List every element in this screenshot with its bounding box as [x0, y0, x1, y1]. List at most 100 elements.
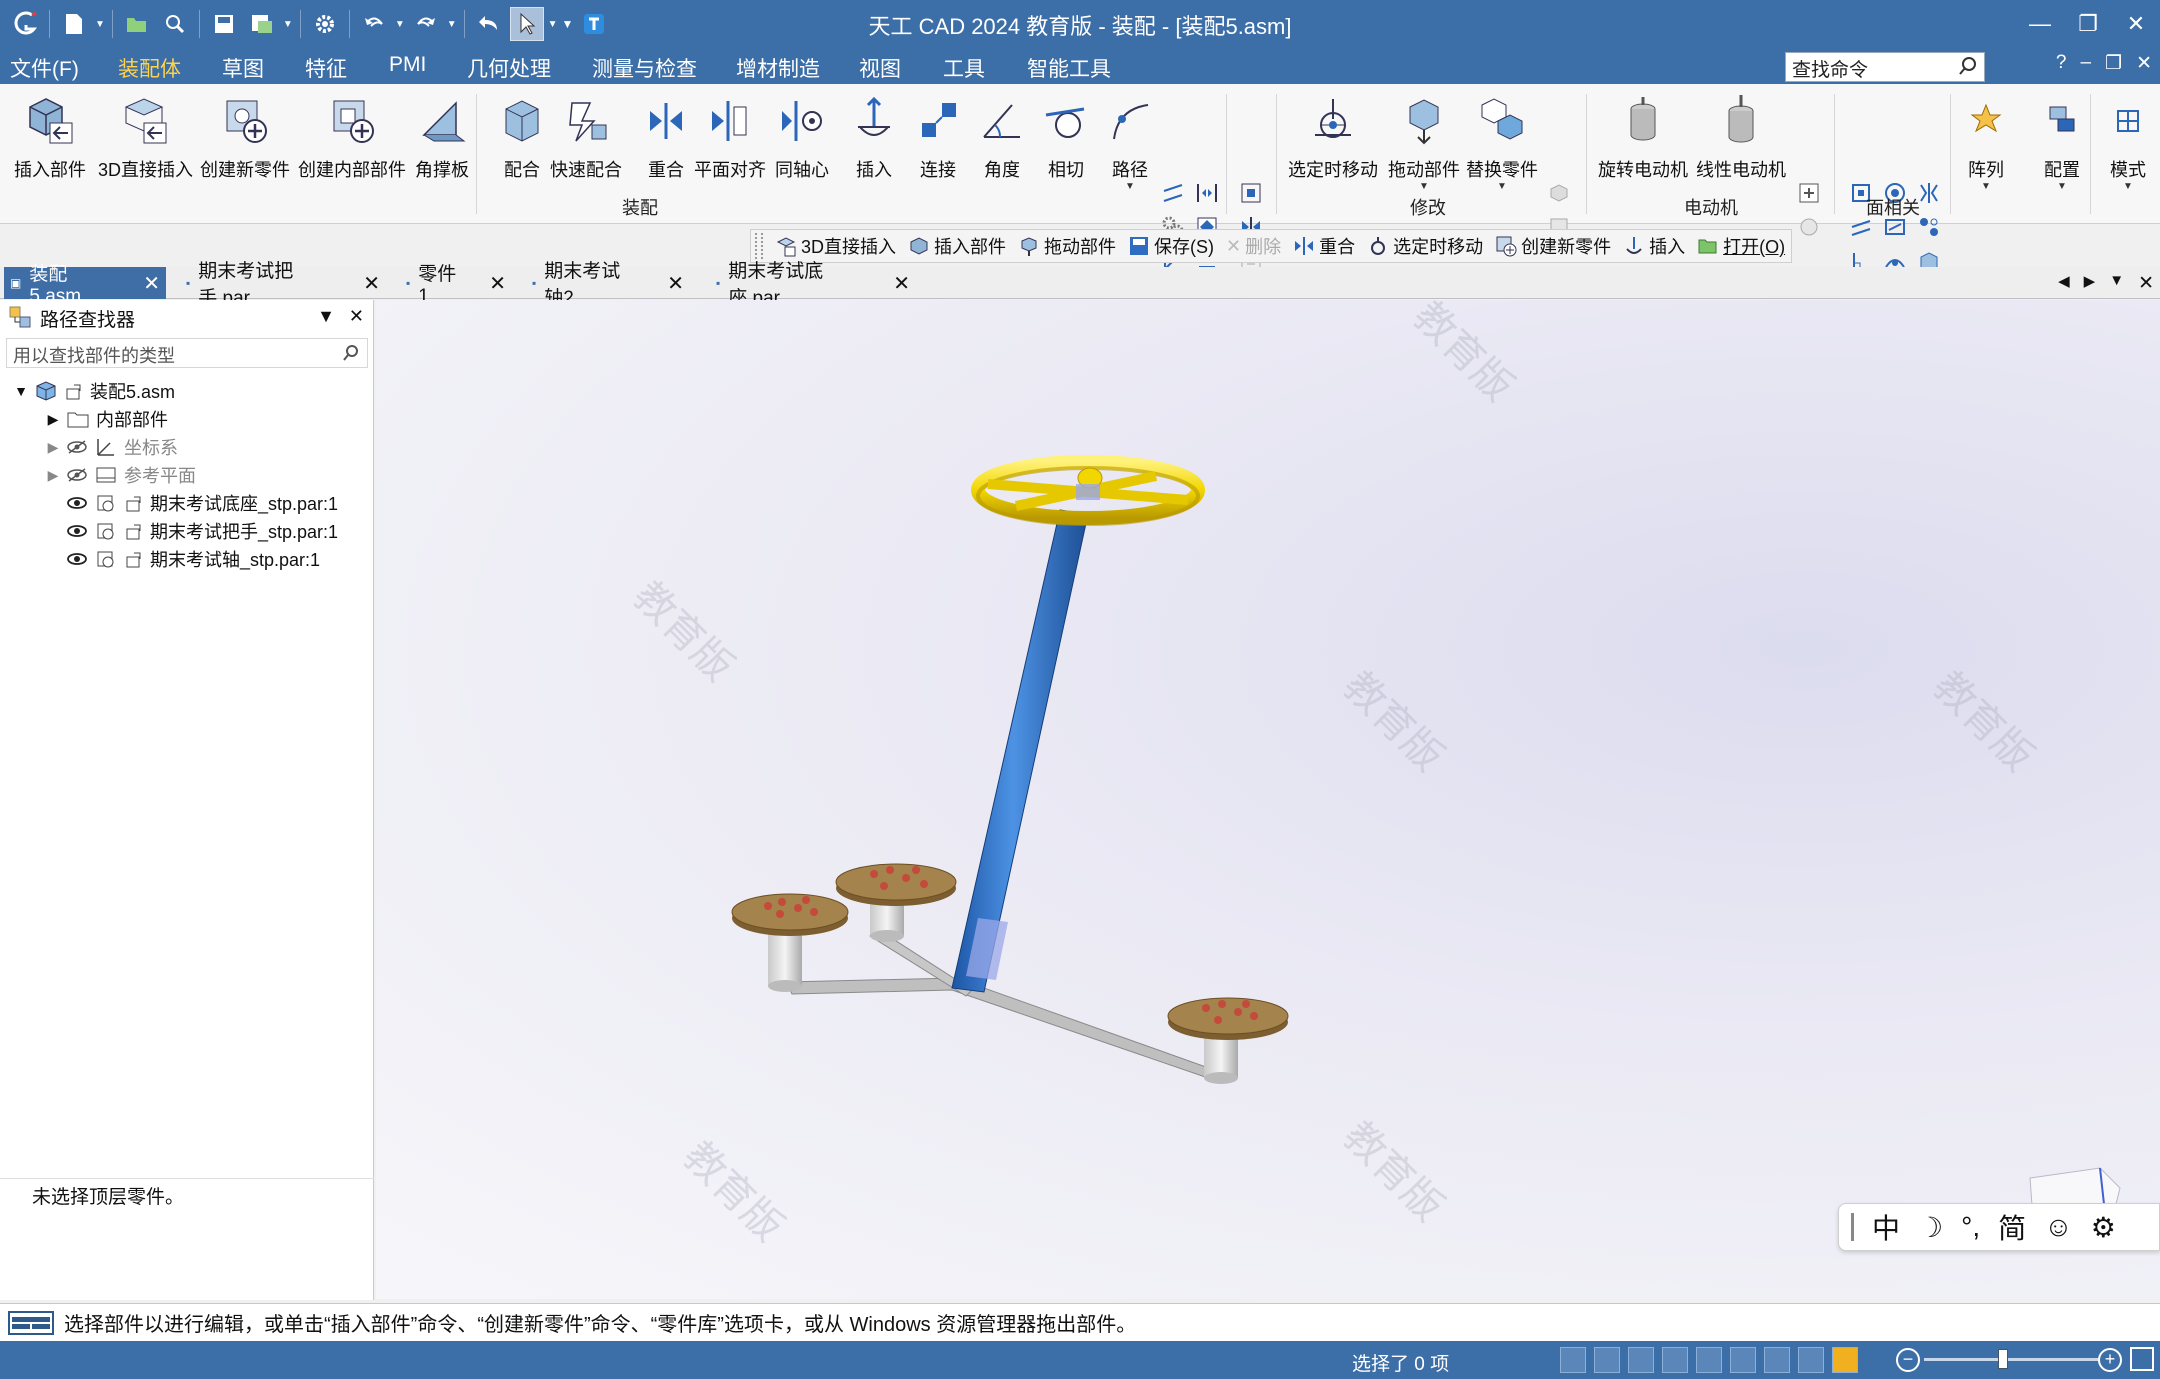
view-tool-frame-icon[interactable]: [1594, 1347, 1620, 1373]
tab-scroll-right-icon[interactable]: ▶: [2084, 272, 2096, 295]
menu-geometry[interactable]: 几何处理: [467, 53, 551, 83]
base-frame[interactable]: [731, 863, 1289, 1084]
base-post-middle[interactable]: [835, 863, 957, 942]
view-tool-orient-icon[interactable]: [1764, 1347, 1790, 1373]
tangent-button[interactable]: 相切: [1038, 92, 1094, 182]
tab-base-par[interactable]: ▪ 期末考试底座.par ✕: [710, 261, 916, 309]
command-search-input[interactable]: 查找命令: [1785, 52, 1985, 82]
cmd-move-when-selected[interactable]: 选定时移动: [1367, 233, 1483, 259]
cmd-coincident[interactable]: 重合: [1293, 233, 1355, 259]
tree-part-shaft[interactable]: 期末考试轴_stp.par:1: [66, 546, 320, 572]
parallel-icon[interactable]: [1158, 178, 1188, 208]
tree-node-coordinate-systems[interactable]: ▶ 坐标系: [46, 434, 178, 460]
close-tab-icon[interactable]: ✕: [363, 271, 380, 296]
replace-part-button[interactable]: 替换零件 ▼: [1466, 92, 1538, 192]
close-icon[interactable]: ✕: [2112, 0, 2160, 48]
expand-triangle-icon[interactable]: ▶: [46, 439, 60, 456]
insert-mate-button[interactable]: 插入: [846, 92, 902, 182]
insert-component-button[interactable]: 插入部件: [14, 92, 86, 182]
view-tool-color-icon[interactable]: [1832, 1347, 1858, 1373]
configure-dropdown-icon[interactable]: ▼: [2057, 182, 2067, 192]
assembly-model[interactable]: [376, 300, 2160, 1299]
handwheel[interactable]: [971, 455, 1205, 526]
ime-settings-icon[interactable]: ⚙: [2091, 1211, 2116, 1244]
close-tab-icon[interactable]: ✕: [143, 271, 160, 296]
menu-file[interactable]: 文件(F): [10, 53, 79, 83]
prompt-bar-icon[interactable]: [8, 1310, 54, 1335]
path-dropdown-icon[interactable]: ▼: [1125, 182, 1135, 192]
planar-align-button[interactable]: 平面对齐: [694, 92, 766, 182]
pattern-dropdown-icon[interactable]: ▼: [1981, 182, 1991, 192]
tab-handle-par[interactable]: ▪ 期末考试把手.par ✕: [180, 261, 386, 309]
tab-assembly5[interactable]: ▣ 装配5.asm ✕: [4, 264, 166, 307]
search-icon[interactable]: [1958, 56, 1978, 82]
ime-punctuation-icon[interactable]: °,: [1961, 1211, 1980, 1243]
tab-list-icon[interactable]: ▼: [2109, 272, 2124, 295]
axial-align-button[interactable]: 同轴心: [774, 92, 830, 182]
menu-assembly[interactable]: 装配体: [100, 53, 199, 90]
expand-triangle-icon[interactable]: ▶: [46, 467, 60, 484]
zoom-in-icon[interactable]: +: [2098, 1348, 2122, 1372]
mode-dropdown-icon[interactable]: ▼: [2123, 182, 2133, 192]
rotational-motor-button[interactable]: 旋转电动机: [1598, 92, 1688, 182]
tab-scroll-left-icon[interactable]: ◀: [2058, 272, 2070, 295]
restore-icon[interactable]: ❐: [2064, 0, 2112, 48]
coincident-button[interactable]: 重合: [638, 92, 694, 182]
menu-measure[interactable]: 测量与检查: [592, 53, 697, 83]
quick-mate-button[interactable]: 快速配合: [550, 92, 622, 182]
cmd-drag-component[interactable]: 拖动部件: [1018, 233, 1116, 259]
cmd-save[interactable]: 保存(S): [1128, 233, 1214, 259]
ribbon-minimize-icon[interactable]: –: [2080, 52, 2091, 75]
expand-triangle-icon[interactable]: ▶: [46, 411, 60, 428]
create-internal-component-button[interactable]: 创建内部部件: [298, 92, 406, 182]
ribbon-restore-icon[interactable]: ❐: [2105, 52, 2122, 75]
ime-moon-icon[interactable]: ☽: [1918, 1211, 1943, 1244]
menu-features[interactable]: 特征: [305, 53, 347, 83]
zoom-out-icon[interactable]: −: [1896, 1348, 1920, 1372]
pathfinder-close-icon[interactable]: ✕: [349, 306, 364, 327]
tree-root-assembly[interactable]: ▼ 装配5.asm: [14, 378, 175, 404]
menu-smart-tools[interactable]: 智能工具: [1027, 53, 1111, 83]
linear-motor-button[interactable]: 线性电动机: [1696, 92, 1786, 182]
view-tool-pan-icon[interactable]: [1696, 1347, 1722, 1373]
angle-button[interactable]: 角度: [974, 92, 1030, 182]
path-button[interactable]: 路径 ▼: [1102, 92, 1158, 192]
cmd-create-new-part[interactable]: 创建新零件: [1495, 233, 1611, 259]
menu-additive[interactable]: 增材制造: [736, 53, 820, 83]
mate-button[interactable]: 配合: [494, 92, 550, 182]
menu-pmi[interactable]: PMI: [389, 53, 426, 77]
3d-direct-insert-button[interactable]: 3D直接插入: [98, 92, 193, 182]
motor-settings-disabled-icon[interactable]: [1794, 212, 1824, 242]
close-tab-icon[interactable]: ✕: [489, 271, 506, 296]
base-post-left[interactable]: [731, 893, 849, 992]
tree-node-internal[interactable]: ▶ 内部部件: [46, 406, 168, 432]
collapse-triangle-icon[interactable]: ▼: [14, 383, 28, 399]
view-tool-rotate-icon[interactable]: [1730, 1347, 1756, 1373]
gusset-button[interactable]: 角撑板: [414, 92, 470, 182]
view-tool-style-icon[interactable]: [1798, 1347, 1824, 1373]
ribbon-close-icon[interactable]: ✕: [2136, 52, 2152, 75]
create-new-part-button[interactable]: 创建新零件: [200, 92, 290, 182]
tab-shaft2[interactable]: ▪ 期末考试轴2 ✕: [526, 261, 690, 309]
view-tool-zoom-icon[interactable]: [1628, 1347, 1654, 1373]
pathfinder-search-input[interactable]: 用以查找部件的类型: [6, 338, 368, 368]
tree-part-handle[interactable]: 期末考试把手_stp.par:1: [66, 518, 338, 544]
cmd-delete[interactable]: ✕ 删除: [1226, 233, 1281, 259]
zoom-slider[interactable]: [1924, 1349, 2100, 1369]
close-tab-icon[interactable]: ✕: [667, 271, 684, 296]
cmd-open[interactable]: 打开(O): [1697, 233, 1785, 259]
help-icon[interactable]: ?: [2056, 52, 2067, 75]
minimize-icon[interactable]: —: [2016, 0, 2064, 48]
shaft[interactable]: [951, 509, 1089, 993]
view-tool-camera-icon[interactable]: [1560, 1347, 1586, 1373]
zoom-slider-handle[interactable]: [1998, 1349, 2008, 1369]
cmd-insert[interactable]: 插入: [1623, 233, 1685, 259]
simulate-motor-icon[interactable]: [1794, 178, 1824, 208]
ime-emoji-icon[interactable]: ☺: [2044, 1211, 2073, 1243]
close-all-tabs-icon[interactable]: ✕: [2138, 272, 2154, 295]
view-tool-fit-icon[interactable]: [1662, 1347, 1688, 1373]
connect-button[interactable]: 连接: [910, 92, 966, 182]
ime-chinese-mode[interactable]: 中: [1872, 1207, 1900, 1247]
tree-node-reference-planes[interactable]: ▶ 参考平面: [46, 462, 196, 488]
mode-button[interactable]: 模式 ▼: [2100, 92, 2156, 192]
